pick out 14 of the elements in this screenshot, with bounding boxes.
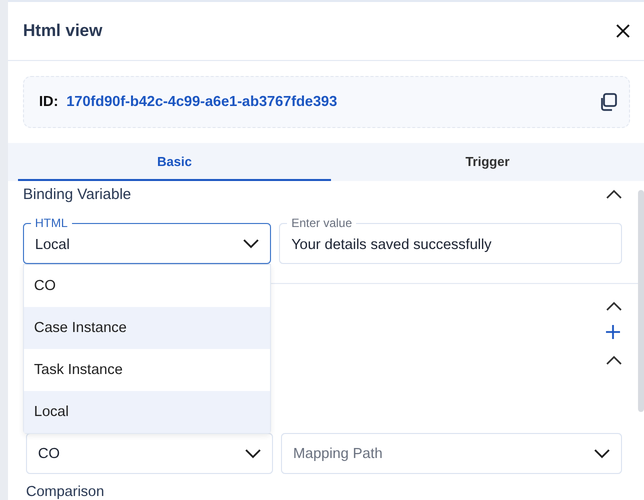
dropdown-option[interactable]: Task Instance: [24, 349, 270, 391]
dropdown-option[interactable]: CO: [24, 265, 270, 307]
dropdown-field[interactable]: Mapping Path: [281, 425, 622, 474]
dropdown-option[interactable]: Case Instance: [24, 307, 270, 349]
id-label: ID:: [39, 94, 58, 110]
section-title: Binding Variable: [23, 186, 132, 202]
dialog-title: Html view: [23, 21, 102, 41]
dropdown-field[interactable]: HTML Local: [23, 215, 272, 264]
field-label: Comparison: [25, 484, 106, 500]
tab[interactable]: Trigger: [331, 143, 644, 181]
input-field[interactable]: Enter value Your details saved successfully: [279, 215, 622, 264]
id-value: 170fd90f-b42c-4c99-a6e1-ab3767fde393: [66, 94, 338, 110]
tab[interactable]: Basic: [18, 143, 331, 181]
dropdown-option[interactable]: Local: [24, 391, 270, 433]
